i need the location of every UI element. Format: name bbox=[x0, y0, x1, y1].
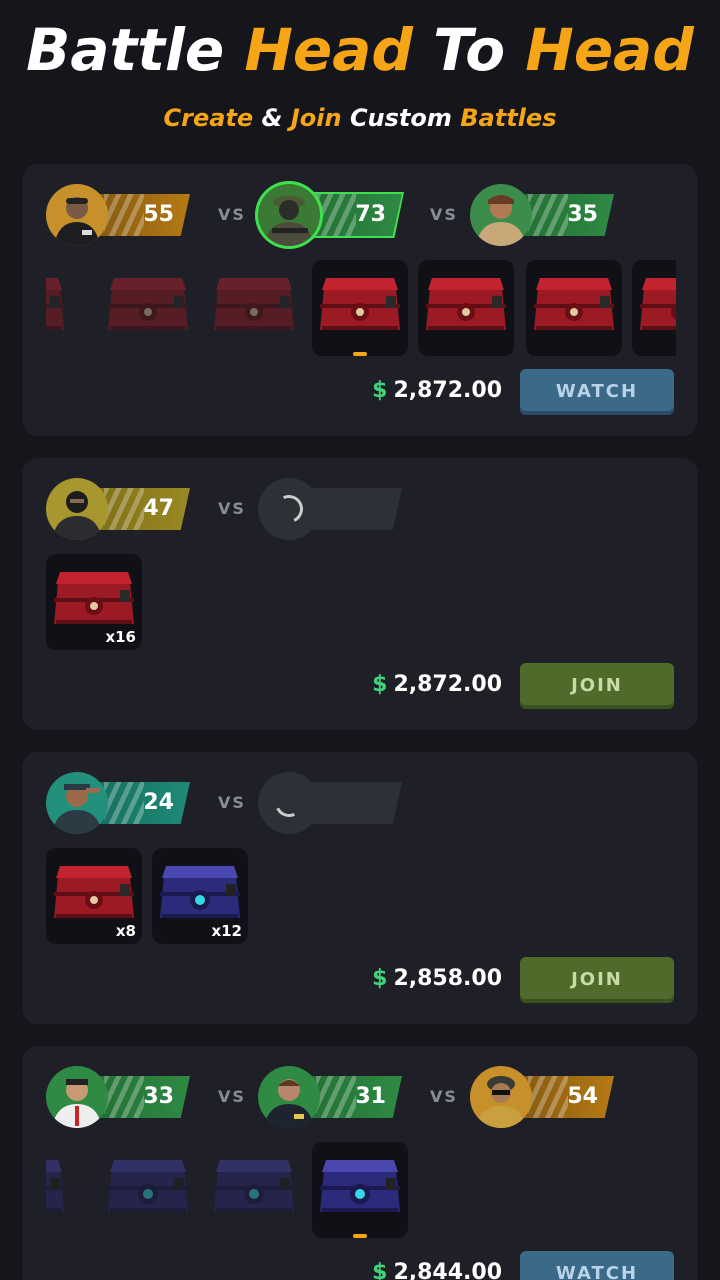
vs-label: VS bbox=[430, 205, 458, 224]
price-value: 2,872.00 bbox=[393, 378, 502, 403]
player-level: 33 bbox=[143, 1084, 174, 1109]
case-item bbox=[206, 260, 302, 356]
battle-card[interactable]: 33 VS 31 VS 54 $2,844.00 WATCH bbox=[22, 1046, 698, 1280]
player-level: 47 bbox=[143, 496, 174, 521]
white-jacket-avatar bbox=[46, 1066, 108, 1128]
title-word: Battle bbox=[26, 16, 225, 84]
empty-player-slot[interactable] bbox=[258, 478, 404, 542]
empty-player-slot[interactable] bbox=[258, 772, 404, 836]
player-level: 35 bbox=[567, 202, 598, 227]
balaclava-avatar bbox=[46, 478, 108, 540]
case-item-active bbox=[312, 1142, 408, 1238]
battle-players: 24 VS bbox=[46, 772, 686, 836]
case-item bbox=[46, 260, 72, 356]
vs-label: VS bbox=[430, 1087, 458, 1106]
currency-symbol: $ bbox=[372, 672, 388, 697]
price-value: 2,858.00 bbox=[393, 966, 502, 991]
case-item: x8 bbox=[46, 848, 142, 944]
vs-label: VS bbox=[218, 499, 246, 518]
currency-symbol: $ bbox=[372, 1260, 388, 1280]
watch-button[interactable]: WATCH bbox=[520, 1251, 674, 1280]
case-item bbox=[100, 260, 196, 356]
case-reel bbox=[46, 1142, 676, 1238]
battle-card[interactable]: 47 VS x16 $2,872.00 JOIN bbox=[22, 458, 698, 730]
case-quantity: x8 bbox=[115, 922, 136, 940]
case-reel bbox=[46, 260, 676, 356]
battle-players: 47 VS bbox=[46, 478, 686, 542]
case-item: x16 bbox=[46, 554, 142, 650]
subtitle-word: Custom bbox=[349, 104, 452, 132]
player-slot[interactable]: 47 bbox=[46, 478, 192, 542]
soldier-avatar bbox=[258, 184, 320, 246]
battle-players: 33 VS 31 VS 54 bbox=[46, 1066, 686, 1130]
player-slot[interactable]: 55 bbox=[46, 184, 192, 248]
player-slot[interactable]: 73 bbox=[258, 184, 404, 248]
currency-symbol: $ bbox=[372, 378, 388, 403]
battle-price: $2,844.00 bbox=[372, 1250, 502, 1280]
active-case-marker bbox=[353, 1234, 367, 1238]
title-word: Head bbox=[525, 16, 694, 84]
player-slot[interactable]: 31 bbox=[258, 1066, 404, 1130]
player-level: 24 bbox=[143, 790, 174, 815]
case-item bbox=[206, 1142, 302, 1238]
loading-spinner-icon bbox=[258, 478, 320, 540]
case-list: x8 x12 bbox=[46, 848, 676, 944]
subtitle-word: Battles bbox=[460, 104, 557, 132]
case-item bbox=[632, 260, 676, 356]
currency-symbol: $ bbox=[372, 966, 388, 991]
player-slot[interactable]: 54 bbox=[470, 1066, 616, 1130]
player-level: 31 bbox=[355, 1084, 386, 1109]
player-slot[interactable]: 24 bbox=[46, 772, 192, 836]
price-value: 2,872.00 bbox=[393, 672, 502, 697]
case-item bbox=[418, 260, 514, 356]
player-slot[interactable]: 33 bbox=[46, 1066, 192, 1130]
player-level: 73 bbox=[355, 202, 386, 227]
page-subtitle: Create & Join Custom Battles bbox=[0, 102, 720, 134]
price-value: 2,844.00 bbox=[393, 1260, 502, 1280]
battle-price: $2,872.00 bbox=[372, 662, 502, 708]
join-button[interactable]: JOIN bbox=[520, 663, 674, 709]
subtitle-word: Join bbox=[290, 104, 342, 132]
battle-players: 55 VS 73 VS 35 bbox=[46, 184, 686, 248]
title-word: To bbox=[433, 16, 506, 84]
saluting-soldier-avatar bbox=[46, 772, 108, 834]
battle-price: $2,872.00 bbox=[372, 368, 502, 414]
join-button[interactable]: JOIN bbox=[520, 957, 674, 1003]
vs-label: VS bbox=[218, 793, 246, 812]
case-item bbox=[100, 1142, 196, 1238]
watch-button[interactable]: WATCH bbox=[520, 369, 674, 415]
terrorist-avatar bbox=[470, 184, 532, 246]
subtitle-word: & bbox=[261, 104, 283, 132]
player-level: 54 bbox=[567, 1084, 598, 1109]
battle-card[interactable]: 24 VS x8 x12 $2,858.00 JOIN bbox=[22, 752, 698, 1024]
player-level: 55 bbox=[143, 202, 174, 227]
case-item: x12 bbox=[152, 848, 248, 944]
vs-label: VS bbox=[218, 205, 246, 224]
helmet-soldier-avatar bbox=[470, 1066, 532, 1128]
loading-spinner-icon bbox=[258, 772, 320, 834]
battle-price: $2,858.00 bbox=[372, 956, 502, 1002]
active-case-marker bbox=[353, 352, 367, 356]
player-slot[interactable]: 35 bbox=[470, 184, 616, 248]
battle-card[interactable]: 55 VS 73 VS 35 $2,872.00 WATCH bbox=[22, 164, 698, 436]
case-quantity: x12 bbox=[211, 922, 242, 940]
fbi-agent-avatar bbox=[46, 184, 108, 246]
case-item-active bbox=[312, 260, 408, 356]
page-title: Battle Head To Head bbox=[0, 14, 720, 86]
title-word: Head bbox=[244, 16, 413, 84]
fbi-agent-avatar bbox=[258, 1066, 320, 1128]
case-list: x16 bbox=[46, 554, 676, 650]
vs-label: VS bbox=[218, 1087, 246, 1106]
subtitle-word: Create bbox=[163, 104, 254, 132]
case-quantity: x16 bbox=[105, 628, 136, 646]
case-item bbox=[46, 1142, 72, 1238]
case-item bbox=[526, 260, 622, 356]
